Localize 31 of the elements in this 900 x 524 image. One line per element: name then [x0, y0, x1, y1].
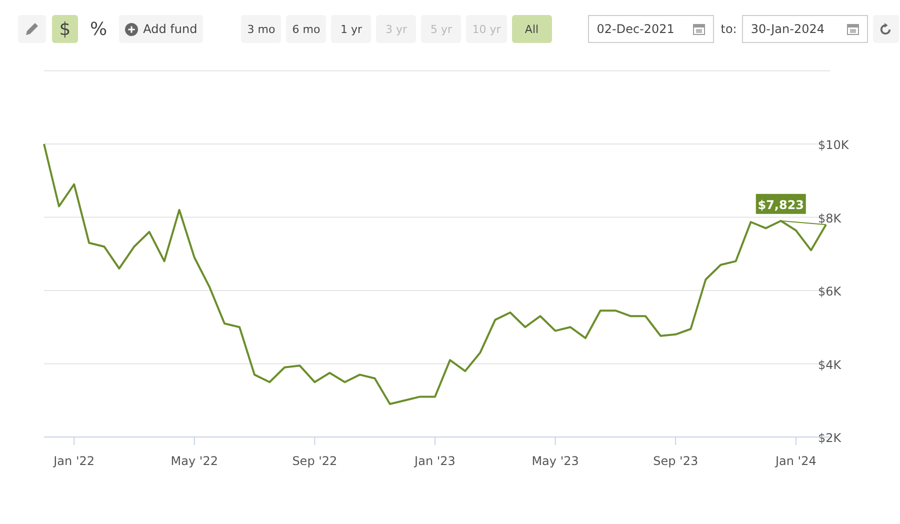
- x-axis-label: Sep '23: [653, 454, 698, 468]
- refresh-icon: [879, 22, 892, 36]
- x-axis-label: Sep '22: [292, 454, 338, 468]
- y-axis-label: $4K: [818, 358, 842, 372]
- x-axis-label: May '23: [532, 454, 579, 468]
- plus-circle-icon: [125, 22, 138, 36]
- pencil-icon: [24, 21, 40, 37]
- edit-mode-button[interactable]: [18, 15, 46, 43]
- calendar-icon[interactable]: [846, 23, 859, 35]
- x-axis-label: Jan '22: [54, 454, 95, 468]
- y-axis-label: $6K: [818, 284, 842, 298]
- range-button[interactable]: 6 mo: [286, 15, 326, 43]
- calendar-icon[interactable]: [692, 23, 705, 35]
- date-from-field[interactable]: 02-Dec-2021: [588, 15, 714, 43]
- x-axis-label: Jan '24: [775, 454, 816, 468]
- range-button[interactable]: 3 mo: [241, 15, 282, 43]
- dollar-mode-button[interactable]: $: [52, 15, 78, 43]
- y-axis-label: $8K: [818, 211, 842, 226]
- refresh-button[interactable]: [872, 15, 899, 43]
- to-label: to:: [720, 22, 737, 36]
- date-to-field[interactable]: 30-Jan-2024: [742, 15, 868, 43]
- y-axis-label: $10K: [818, 138, 849, 152]
- y-axis-label: $2K: [818, 431, 842, 445]
- x-axis-label: Jan '23: [414, 454, 456, 468]
- range-button[interactable]: 1 yr: [331, 15, 372, 43]
- value-tooltip: $7,823: [756, 194, 806, 214]
- range-button[interactable]: All: [512, 15, 552, 43]
- annotation: $7,823: [758, 198, 804, 212]
- percent-mode-button[interactable]: %: [84, 15, 114, 43]
- add-fund-button[interactable]: Add fund: [119, 15, 204, 43]
- x-axis-label: May '22: [170, 454, 218, 468]
